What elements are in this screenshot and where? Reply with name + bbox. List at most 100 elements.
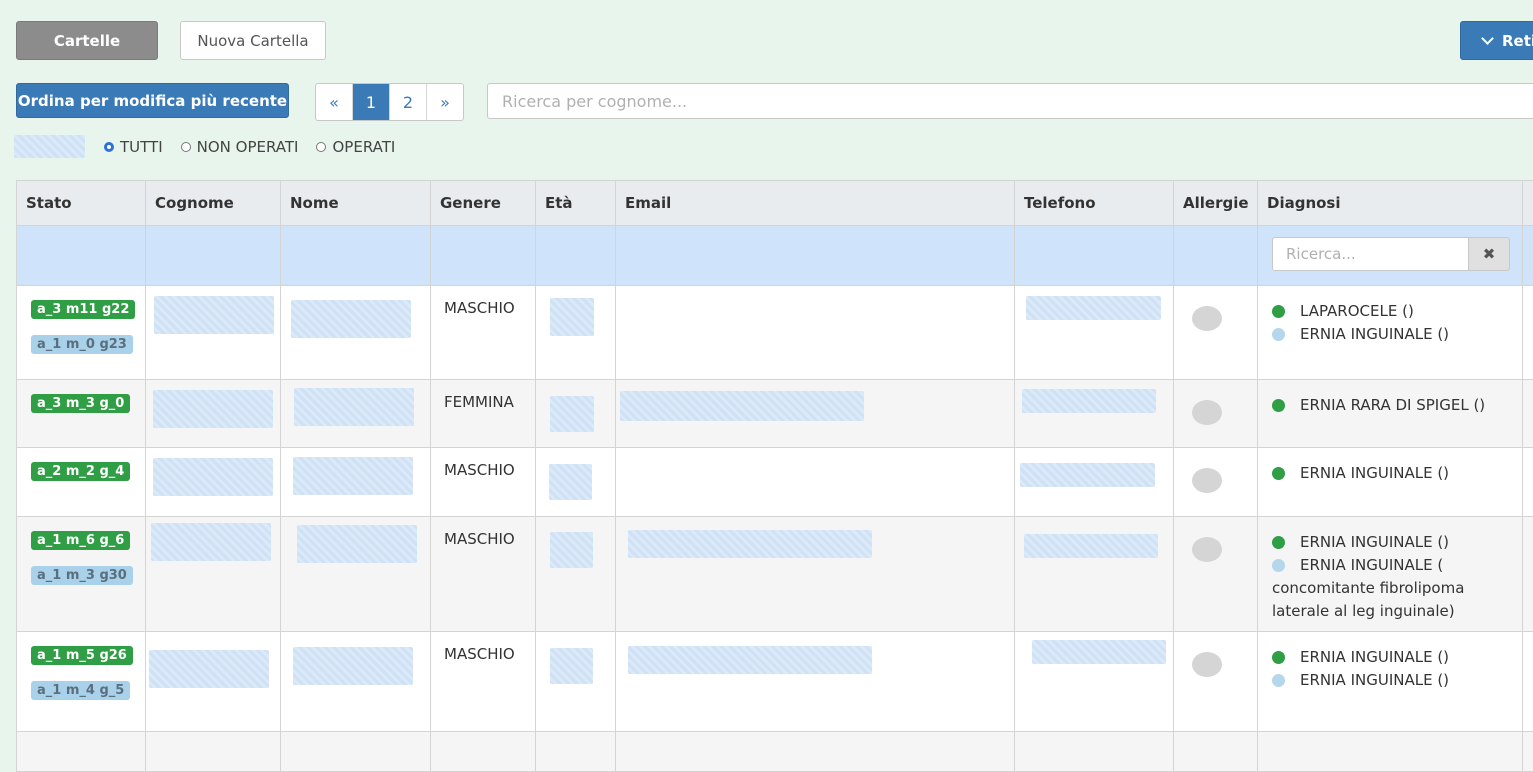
table-row[interactable]: a_2 m_2 g_4 MASCHIO ERNIA INGUINALE () [17,448,1533,517]
redacted-nome [294,388,414,426]
status-badge: a_1 m_4 g_5 [31,681,130,700]
redacted-eta [550,396,594,432]
header-email[interactable]: Email [616,181,1015,226]
cell-genere: MASCHIO [437,456,529,479]
sort-recent-button[interactable]: Ordina per modifica più recente [16,83,289,118]
radio-unchecked-icon [316,142,326,152]
status-badge: a_1 m_6 g_6 [31,531,130,550]
status-dot-icon [1272,328,1285,341]
redacted-telefono [1026,296,1161,320]
table-row[interactable]: a_3 m_3 g_0 FEMMINA ERNIA RARA DI SPIGEL… [17,380,1533,448]
redacted-eta [550,648,593,684]
table-filter-row: ✖ [17,226,1533,286]
header-genere[interactable]: Genere [431,181,536,226]
cell-genere: MASCHIO [437,525,529,548]
diagnosis-item: ERNIA INGUINALE () [1272,462,1516,485]
pagination-page-2[interactable]: 2 [390,84,427,120]
redacted-telefono [1032,640,1166,664]
allergy-indicator-icon [1192,306,1222,331]
status-badge: a_1 m_0 g23 [31,335,133,354]
redacted-cognome [151,523,271,561]
cell-diagnosi: ERNIA RARA DI SPIGEL () [1258,380,1523,448]
filter-tutti-label: TUTTI [120,138,163,156]
header-cognome[interactable]: Cognome [146,181,281,226]
filter-tutti[interactable]: TUTTI [104,138,163,156]
redacted-cognome [153,390,273,428]
cell-stato: a_1 m_6 g_6 a_1 m_3 g30 [17,517,146,632]
redacted-cognome [149,650,269,688]
status-filter: TUTTI NON OPERATI OPERATI [14,135,413,158]
redacted-eta [550,298,594,336]
diagnosi-filter: ✖ [1272,237,1516,271]
cell-stato: a_3 m_3 g_0 [17,380,146,448]
status-dot-icon [1272,467,1285,480]
filter-non-operati-label: NON OPERATI [197,138,299,156]
cell-genere: FEMMINA [437,388,529,411]
header-eta[interactable]: Età [536,181,616,226]
redacted-email [620,391,864,421]
redacted-cognome [154,296,274,334]
redacted-eta [549,464,592,500]
status-badge: a_3 m11 g22 [31,300,135,319]
search-surname-input[interactable] [487,83,1533,119]
cell-stato: a_3 m11 g22 a_1 m_0 g23 [17,286,146,380]
header-stato[interactable]: Stato [17,181,146,226]
redacted-nome [293,647,413,685]
diagnosis-item: ERNIA INGUINALE () [1272,646,1516,669]
diagnosis-item: ERNIA INGUINALE () [1272,323,1516,346]
pagination-next[interactable]: » [427,84,463,120]
allergy-indicator-icon [1192,537,1222,562]
pagination-prev[interactable]: « [316,84,353,120]
status-dot-icon [1272,674,1285,687]
cell-genere: MASCHIO [437,294,529,317]
filter-operati[interactable]: OPERATI [316,138,395,156]
chevron-down-icon [1481,32,1494,45]
header-extra [1523,181,1533,226]
status-badge: a_1 m_5 g26 [31,646,133,665]
diagnosis-item: ERNIA INGUINALE () [1272,531,1516,554]
pagination: « 1 2 » [315,83,464,121]
status-badge: a_1 m_3 g30 [31,566,133,585]
status-dot-icon [1272,559,1285,572]
patients-table: Stato Cognome Nome Genere Età Email Tele… [16,180,1533,772]
diagnosis-item: ERNIA INGUINALE ( [1272,554,1516,577]
diagnosis-item: ERNIA INGUINALE () [1272,669,1516,692]
allergy-indicator-icon [1192,652,1222,677]
diagnosis-item: LAPAROCELE () [1272,300,1516,323]
status-badge: a_2 m_2 g_4 [31,462,130,481]
cell-diagnosi: ERNIA INGUINALE () [1258,448,1523,517]
header-diagnosi[interactable]: Diagnosi [1258,181,1523,226]
redacted-nome [293,457,413,495]
redacted-eta [550,532,593,568]
pagination-page-1[interactable]: 1 [353,84,390,120]
redacted-telefono [1024,534,1158,558]
cell-diagnosi: ERNIA INGUINALE () ERNIA INGUINALE () [1258,632,1523,732]
diagnosi-search-input[interactable] [1272,237,1469,271]
header-nome[interactable]: Nome [281,181,431,226]
filter-non-operati[interactable]: NON OPERATI [181,138,299,156]
table-row[interactable]: a_1 m_5 g26 a_1 m_4 g_5 MASCHIO ERNIA IN… [17,632,1533,732]
radio-checked-icon [104,142,114,152]
redacted-label [14,135,85,158]
clear-icon[interactable]: ✖ [1469,237,1510,271]
header-allergie[interactable]: Allergie [1174,181,1258,226]
cartelle-button[interactable]: Cartelle [16,21,158,60]
cell-stato: a_2 m_2 g_4 [17,448,146,517]
allergy-indicator-icon [1192,400,1222,425]
table-row[interactable]: a_3 m11 g22 a_1 m_0 g23 MASCHIO LAPAROCE… [17,286,1533,380]
cell-stato: a_1 m_5 g26 a_1 m_4 g_5 [17,632,146,732]
diagnosis-item: ERNIA RARA DI SPIGEL () [1272,394,1516,417]
header-telefono[interactable]: Telefono [1015,181,1174,226]
redacted-email [628,530,872,558]
nuova-cartella-button[interactable]: Nuova Cartella [180,21,326,60]
reti-label: Reti [1502,32,1533,50]
table-row[interactable]: a_1 m_6 g_6 a_1 m_3 g30 MASCHIO ERNIA IN… [17,517,1533,632]
redacted-telefono [1022,389,1156,413]
diagnosis-note: concomitante fibrolipoma laterale al leg… [1272,577,1516,623]
redacted-email [628,646,872,674]
cell-diagnosi: ERNIA INGUINALE () ERNIA INGUINALE ( con… [1258,517,1523,632]
status-dot-icon [1272,399,1285,412]
cell-genere: MASCHIO [437,640,529,663]
table-header-row: Stato Cognome Nome Genere Età Email Tele… [17,181,1533,226]
reti-dropdown-button[interactable]: Reti [1460,21,1533,60]
